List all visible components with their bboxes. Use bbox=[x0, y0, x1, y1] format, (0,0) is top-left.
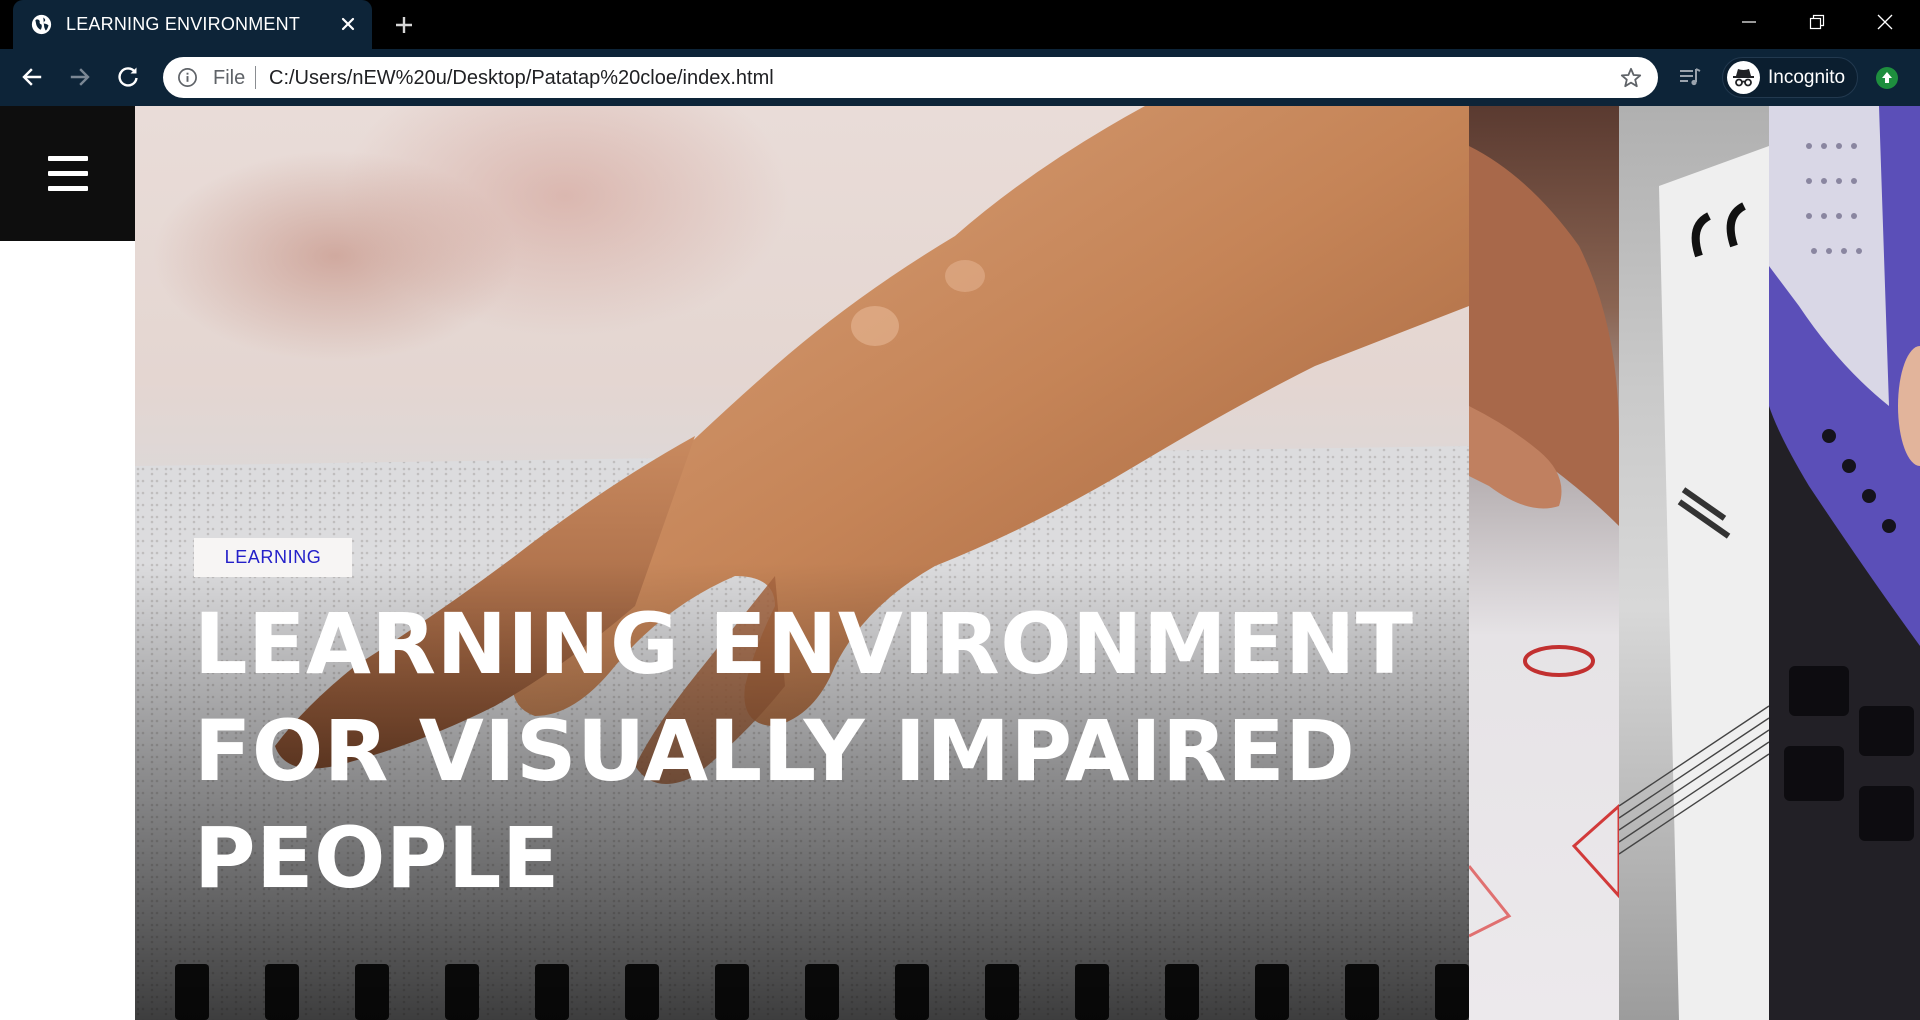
forward-arrow-icon[interactable] bbox=[66, 63, 94, 91]
profile-label: Incognito bbox=[1768, 67, 1846, 88]
headline-line: LEARNING ENVIRONMENT bbox=[194, 595, 1414, 693]
update-button[interactable] bbox=[1876, 67, 1898, 89]
star-icon[interactable] bbox=[1619, 66, 1643, 90]
incognito-profile-button[interactable]: Incognito bbox=[1722, 57, 1858, 98]
incognito-icon bbox=[1733, 69, 1754, 87]
reload-icon[interactable] bbox=[114, 63, 142, 91]
avatar bbox=[1727, 61, 1760, 94]
close-window-button[interactable] bbox=[1851, 0, 1919, 44]
slide-photo-braille-display bbox=[1769, 106, 1920, 841]
menu-bar-top bbox=[48, 156, 88, 161]
minimize-button[interactable] bbox=[1715, 0, 1783, 44]
category-tag-label: LEARNING bbox=[224, 547, 322, 567]
tab-title: LEARNING ENVIRONMENT bbox=[66, 14, 301, 34]
globe-icon bbox=[31, 14, 52, 35]
browser-toolbar: File C:/Users/nEW%20u/Desktop/Patatap%20… bbox=[0, 49, 1920, 106]
url-text[interactable]: C:/Users/nEW%20u/Desktop/Patatap%20cloe/… bbox=[269, 67, 774, 90]
media-queue-icon[interactable] bbox=[1676, 63, 1704, 91]
menu-bar-middle bbox=[48, 171, 88, 176]
close-icon[interactable] bbox=[338, 14, 358, 34]
category-tag[interactable]: LEARNING bbox=[194, 538, 352, 577]
menu-bar-bottom bbox=[48, 186, 88, 191]
menu-button[interactable] bbox=[0, 106, 135, 241]
omnibox-divider bbox=[255, 66, 256, 89]
browser-tab-strip: LEARNING ENVIRONMENT bbox=[0, 0, 1920, 49]
scheme-label: File bbox=[213, 67, 246, 89]
update-arrow-icon bbox=[1882, 72, 1892, 83]
headline-line: PEOPLE bbox=[194, 809, 560, 907]
slide-thumbnail-3[interactable] bbox=[1619, 106, 1769, 1020]
browser-tab[interactable]: LEARNING ENVIRONMENT bbox=[13, 0, 372, 49]
restore-button[interactable] bbox=[1783, 0, 1851, 44]
headline-line: FOR VISUALLY IMPAIRED bbox=[194, 702, 1356, 800]
slide-photo-music-book bbox=[1619, 146, 1769, 1020]
info-icon[interactable] bbox=[177, 67, 198, 88]
page-viewport: LEARNING LEARNING ENVIRONMENT FOR VISUAL… bbox=[0, 106, 1920, 1020]
hero-slide[interactable]: LEARNING LEARNING ENVIRONMENT FOR VISUAL… bbox=[135, 106, 1469, 1020]
hero-headline: LEARNING ENVIRONMENT FOR VISUALLY IMPAIR… bbox=[194, 591, 1454, 912]
address-bar[interactable]: File C:/Users/nEW%20u/Desktop/Patatap%20… bbox=[163, 57, 1658, 98]
back-arrow-icon[interactable] bbox=[18, 63, 46, 91]
slide-thumbnail-2[interactable] bbox=[1469, 106, 1619, 1020]
minimize-icon bbox=[1742, 21, 1756, 23]
close-window-icon bbox=[1877, 14, 1893, 30]
slide-thumbnail-4[interactable] bbox=[1769, 106, 1920, 1020]
slide-photo-fingers-paper bbox=[1469, 146, 1619, 938]
maximize-icon bbox=[1809, 14, 1825, 30]
plus-icon[interactable] bbox=[392, 13, 416, 37]
